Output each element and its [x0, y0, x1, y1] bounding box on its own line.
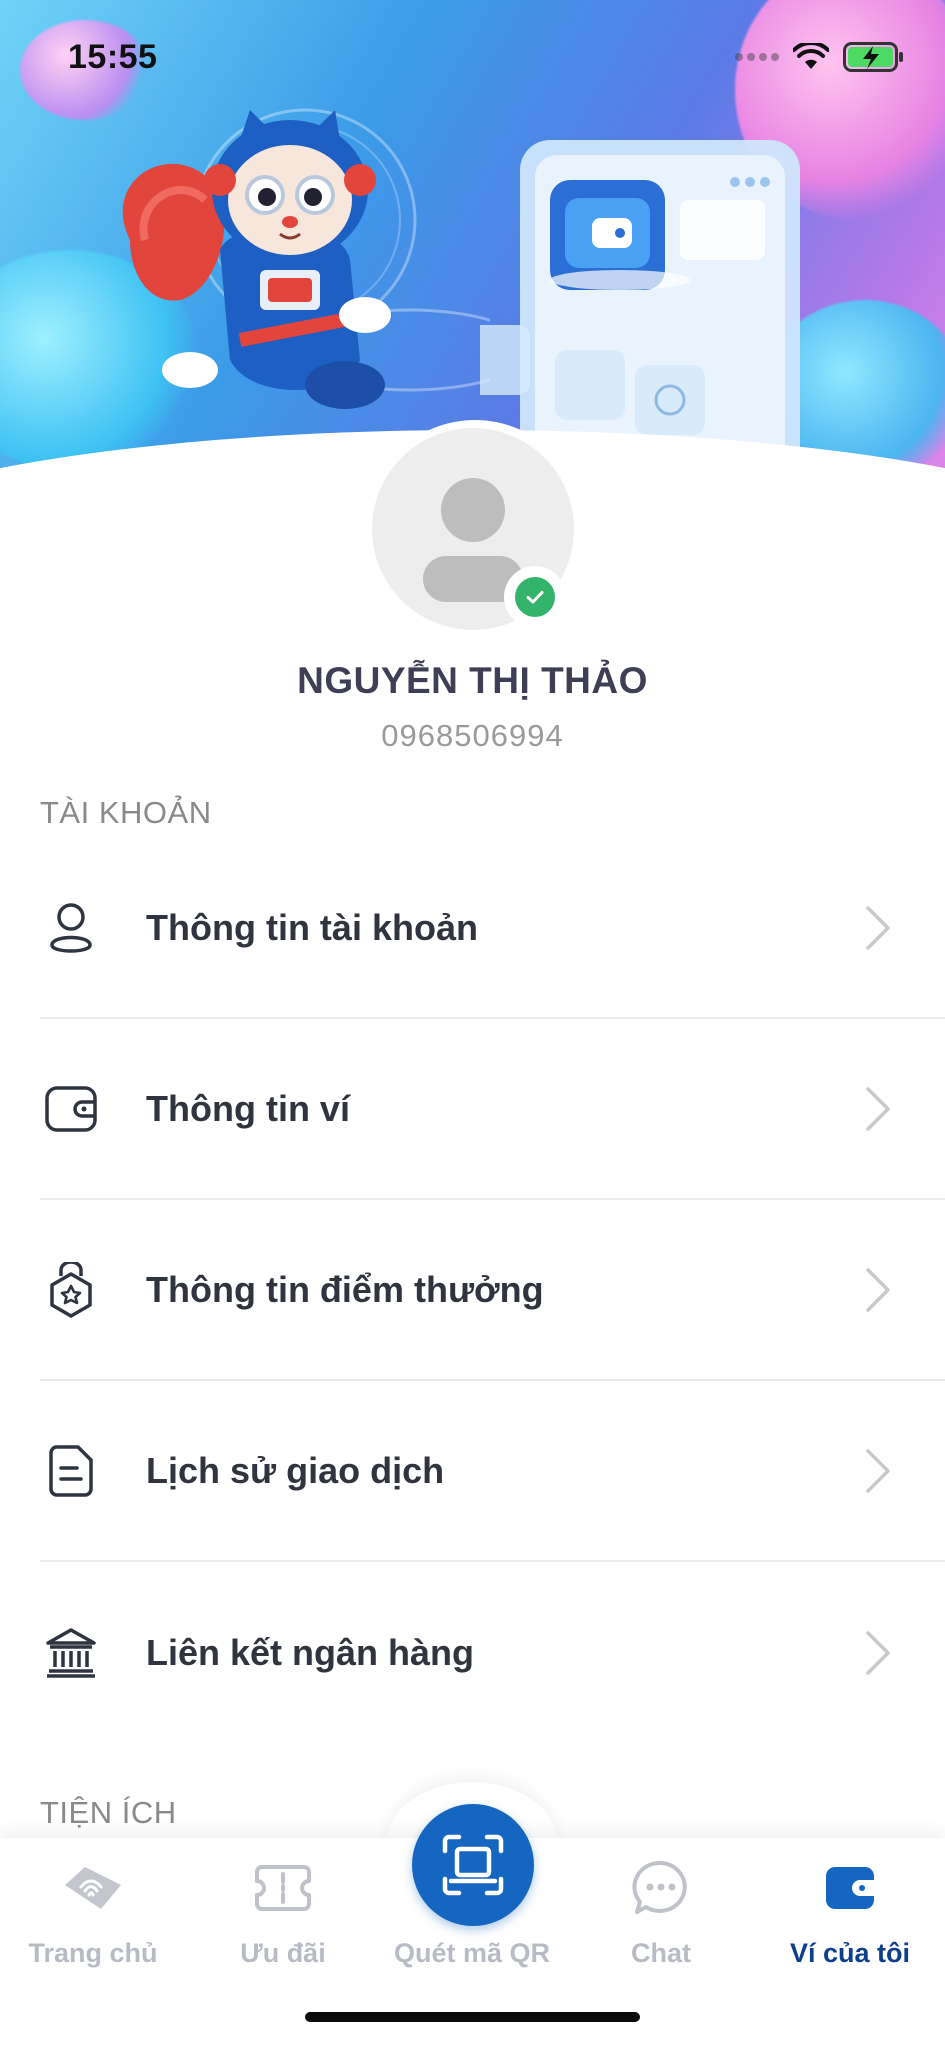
chevron-right-icon	[866, 1630, 890, 1675]
nav-item-home[interactable]: Trang chủ	[0, 1858, 188, 1969]
menu-label: Thông tin ví	[146, 1087, 350, 1129]
menu-label: Thông tin tài khoản	[146, 906, 478, 948]
ticket-icon	[188, 1858, 378, 1918]
status-icons	[735, 42, 905, 72]
section-title-account: TÀI KHOẢN	[40, 795, 212, 830]
section-title-utilities: TIỆN ÍCH	[40, 1795, 177, 1830]
nav-label: Trang chủ	[28, 1938, 158, 1968]
wallet-icon	[755, 1858, 945, 1918]
chevron-right-icon	[866, 1086, 890, 1131]
reward-points-icon	[44, 1261, 98, 1318]
wallet-phone-illustration	[480, 140, 800, 480]
menu-item-transaction-history[interactable]: Lịch sử giao dịch	[40, 1381, 945, 1562]
home-icon	[0, 1858, 188, 1918]
nav-item-chat[interactable]: Chat	[566, 1858, 756, 1969]
chevron-right-icon	[866, 905, 890, 950]
checkmark-icon	[526, 591, 544, 604]
chat-icon	[566, 1858, 756, 1918]
nav-item-deals[interactable]: Ưu đãi	[188, 1858, 378, 1969]
menu-label: Liên kết ngân hàng	[146, 1631, 475, 1673]
battery-charging-icon	[843, 42, 903, 72]
menu-label: Thông tin điểm thưởng	[146, 1268, 544, 1310]
menu-item-reward-points[interactable]: Thông tin điểm thưởng	[40, 1200, 945, 1381]
nav-item-wallet[interactable]: Ví của tôi	[755, 1858, 945, 1969]
nav-item-qr[interactable]: Quét mã QR	[377, 1858, 567, 1969]
menu-item-wallet-info[interactable]: Thông tin ví	[40, 1019, 945, 1200]
profile-name: NGUYỄN THỊ THẢO	[297, 660, 648, 701]
status-bar: 15:55	[0, 0, 945, 110]
transaction-history-icon	[44, 1444, 98, 1498]
bank-icon	[44, 1626, 98, 1680]
chevron-right-icon	[866, 1267, 890, 1312]
user-icon	[44, 901, 98, 955]
cellular-signal-icon	[735, 53, 779, 61]
menu-label: Lịch sử giao dịch	[146, 1449, 445, 1491]
menu-item-bank-link[interactable]: Liên kết ngân hàng	[40, 1562, 945, 1743]
chevron-right-icon	[866, 1448, 890, 1493]
home-indicator[interactable]	[305, 2012, 640, 2022]
nav-label: Quét mã QR	[393, 1938, 551, 1968]
squirrel-mascot-illustration	[122, 108, 490, 409]
nav-label: Ví của tôi	[789, 1938, 911, 1968]
wifi-icon	[793, 43, 829, 69]
profile-phone: 0968506994	[381, 718, 564, 753]
account-menu: Thông tin tài khoản Thông tin ví Thông t…	[40, 838, 945, 1743]
menu-item-account-info[interactable]: Thông tin tài khoản	[40, 838, 945, 1019]
wallet-icon	[44, 1082, 98, 1136]
nav-label: Chat	[631, 1938, 691, 1968]
status-time: 15:55	[68, 38, 158, 76]
nav-label: Ưu đãi	[240, 1938, 326, 1968]
verified-badge	[504, 566, 566, 628]
